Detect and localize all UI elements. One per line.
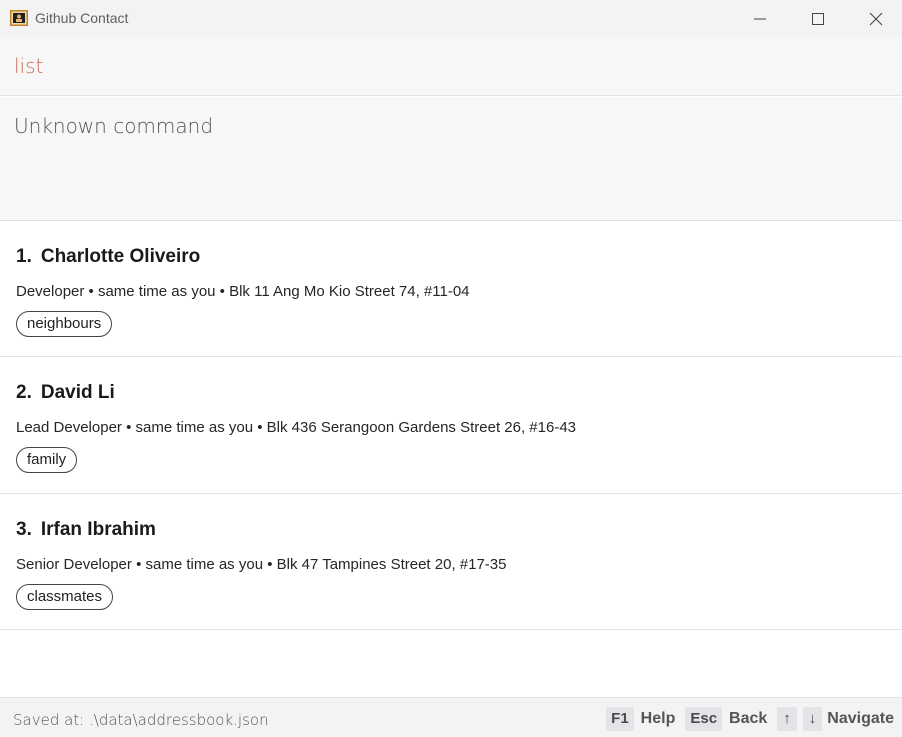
person-card[interactable]: 1. Charlotte Oliveiro Developer • same ti… [0, 221, 902, 357]
save-location: Saved at: .\data\addressbook.json [13, 711, 269, 729]
person-detail: Developer • same time as you • Blk 11 An… [16, 283, 470, 300]
person-detail: Lead Developer • same time as you • Blk … [16, 419, 577, 436]
person-list[interactable]: 1. Charlotte Oliveiro Developer • same ti… [0, 221, 902, 630]
person-card[interactable]: 2. David Li Lead Developer • same time as… [0, 357, 902, 494]
result-message: Unknown command [14, 114, 214, 138]
person-index: 3. [16, 519, 32, 540]
command-box[interactable]: list [0, 37, 902, 96]
person-card[interactable]: 3. Irfan Ibrahim Senior Developer • same … [0, 494, 902, 630]
back-label: Back [729, 710, 768, 727]
person-detail: Senior Developer • same time as you • Bl… [16, 556, 507, 573]
person-name: David Li [40, 382, 115, 403]
person-tag: classmates [16, 584, 114, 610]
command-input[interactable]: list [14, 54, 43, 78]
arrow-up-icon: ↑ [777, 707, 797, 731]
person-name: Irfan Ibrahim [40, 519, 156, 540]
shortcut-hints: F1 Help Esc Back ↑ ↓ Navigate [606, 707, 894, 731]
person-tag: family [16, 447, 78, 473]
maximize-button[interactable] [795, 0, 841, 37]
window-title: Github Contact [35, 10, 129, 26]
app-window: Github Contact list Unknown command 1. Ch… [0, 0, 902, 737]
person-name-row: 2. David Li [16, 382, 115, 404]
minimize-icon [754, 13, 766, 25]
help-key: F1 [606, 707, 634, 731]
app-icon [10, 10, 28, 26]
maximize-icon [812, 12, 824, 25]
result-display: Unknown command [0, 97, 902, 221]
person-name-row: 3. Irfan Ibrahim [16, 519, 156, 541]
minimize-button[interactable] [737, 0, 783, 37]
help-label: Help [640, 710, 676, 727]
title-bar: Github Contact [0, 0, 902, 37]
person-tag: neighbours [16, 311, 113, 337]
back-key: Esc [685, 707, 723, 731]
close-button[interactable] [853, 0, 899, 37]
person-name-row: 1. Charlotte Oliveiro [16, 246, 200, 268]
status-bar: Saved at: .\data\addressbook.json F1 Hel… [0, 697, 902, 737]
person-name: Charlotte Oliveiro [40, 246, 201, 267]
person-index: 2. [16, 382, 32, 403]
close-icon [869, 12, 883, 26]
navigate-label: Navigate [827, 710, 894, 727]
arrow-down-icon: ↓ [802, 707, 823, 731]
person-index: 1. [16, 246, 32, 267]
